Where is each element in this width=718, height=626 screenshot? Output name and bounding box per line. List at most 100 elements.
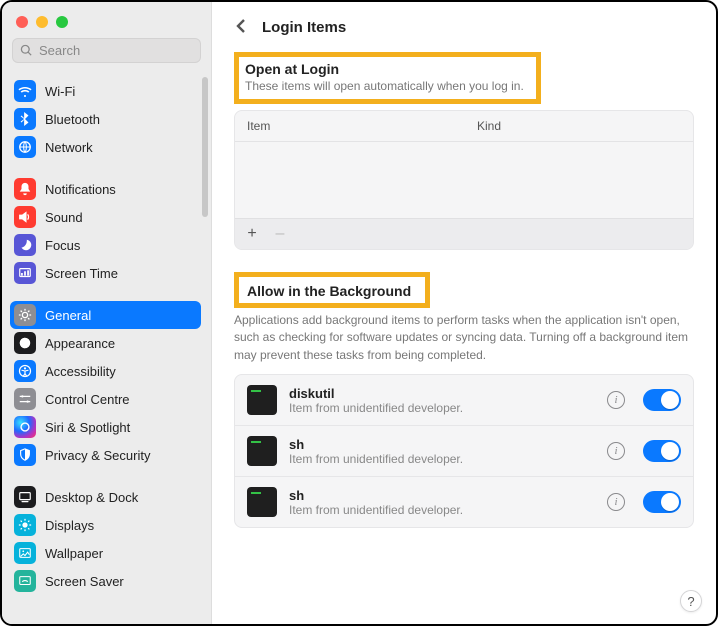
window-controls — [2, 2, 211, 38]
sidebar-item-siri-spotlight[interactable]: Siri & Spotlight — [10, 413, 201, 441]
sidebar-item-label: Screen Time — [45, 266, 118, 281]
bg-item-name: sh — [289, 437, 595, 452]
general-icon — [14, 304, 36, 326]
main-content: Login Items Open at Login These items wi… — [212, 2, 716, 624]
control-centre-icon — [14, 388, 36, 410]
remove-item-button[interactable]: – — [273, 225, 287, 243]
sidebar-item-label: General — [45, 308, 91, 323]
open-at-login-subtitle: These items will open automatically when… — [245, 79, 524, 93]
close-window-button[interactable] — [16, 16, 28, 28]
bg-item-sub: Item from unidentified developer. — [289, 503, 595, 517]
notifications-icon — [14, 178, 36, 200]
allow-background-highlight: Allow in the Background — [234, 272, 430, 308]
enable-toggle[interactable] — [643, 491, 681, 513]
accessibility-icon — [14, 360, 36, 382]
sidebar-item-control-centre[interactable]: Control Centre — [10, 385, 201, 413]
siri-spotlight-icon — [14, 416, 36, 438]
sidebar-item-label: Appearance — [45, 336, 115, 351]
sidebar-item-network[interactable]: Network — [10, 133, 201, 161]
appearance-icon — [14, 332, 36, 354]
terminal-icon — [247, 487, 277, 517]
table-footer: + – — [235, 218, 693, 249]
bg-item-name: diskutil — [289, 386, 595, 401]
bg-item-sub: Item from unidentified developer. — [289, 452, 595, 466]
enable-toggle[interactable] — [643, 389, 681, 411]
sidebar-item-label: Wi-Fi — [45, 84, 75, 99]
sidebar-item-label: Siri & Spotlight — [45, 420, 130, 435]
search-input[interactable]: Search — [12, 38, 201, 63]
zoom-window-button[interactable] — [56, 16, 68, 28]
chevron-left-icon — [234, 18, 250, 34]
page-title: Login Items — [262, 19, 346, 36]
sidebar-item-desktop-dock[interactable]: Desktop & Dock — [10, 483, 201, 511]
sidebar-item-wallpaper[interactable]: Wallpaper — [10, 539, 201, 567]
sidebar-item-label: Network — [45, 140, 93, 155]
info-button[interactable]: i — [607, 391, 625, 409]
background-item: shItem from unidentified developer. i — [235, 425, 693, 476]
sidebar-item-label: Accessibility — [45, 364, 116, 379]
content-header: Login Items — [234, 2, 694, 52]
sound-icon — [14, 206, 36, 228]
sidebar-item-accessibility[interactable]: Accessibility — [10, 357, 201, 385]
terminal-icon — [247, 436, 277, 466]
back-button[interactable] — [234, 18, 250, 37]
enable-toggle[interactable] — [643, 440, 681, 462]
allow-background-subtitle: Applications add background items to per… — [234, 312, 694, 364]
table-header: Item Kind — [235, 111, 693, 142]
displays-icon — [14, 514, 36, 536]
wallpaper-icon — [14, 542, 36, 564]
sidebar-item-appearance[interactable]: Appearance — [10, 329, 201, 357]
network-icon — [14, 136, 36, 158]
privacy-security-icon — [14, 444, 36, 466]
allow-background-title: Allow in the Background — [247, 283, 411, 299]
sidebar-item-label: Bluetooth — [45, 112, 100, 127]
wifi-icon — [14, 80, 36, 102]
col-item: Item — [247, 119, 477, 133]
desktop-dock-icon — [14, 486, 36, 508]
search-icon — [20, 44, 33, 57]
sidebar-item-label: Control Centre — [45, 392, 130, 407]
terminal-icon — [247, 385, 277, 415]
help-button[interactable]: ? — [680, 590, 702, 612]
screen-saver-icon — [14, 570, 36, 592]
sidebar-item-label: Wallpaper — [45, 546, 103, 561]
background-items-list: diskutilItem from unidentified developer… — [234, 374, 694, 528]
bg-item-name: sh — [289, 488, 595, 503]
sidebar-item-screen-saver[interactable]: Screen Saver — [10, 567, 201, 595]
bluetooth-icon — [14, 108, 36, 130]
open-at-login-title: Open at Login — [245, 61, 524, 77]
sidebar-item-label: Sound — [45, 210, 83, 225]
sidebar-item-label: Focus — [45, 238, 80, 253]
sidebar-item-screen-time[interactable]: Screen Time — [10, 259, 201, 287]
sidebar-item-label: Privacy & Security — [45, 448, 150, 463]
sidebar-list: Wi-Fi Bluetooth Network Notifications Sound F… — [2, 73, 211, 624]
add-item-button[interactable]: + — [245, 225, 259, 243]
screen-time-icon — [14, 262, 36, 284]
open-at-login-highlight: Open at Login These items will open auto… — [234, 52, 541, 104]
bg-item-sub: Item from unidentified developer. — [289, 401, 595, 415]
info-button[interactable]: i — [607, 493, 625, 511]
focus-icon — [14, 234, 36, 256]
sidebar-item-label: Desktop & Dock — [45, 490, 138, 505]
sidebar-item-general[interactable]: General — [10, 301, 201, 329]
sidebar-item-label: Notifications — [45, 182, 116, 197]
scrollbar-thumb[interactable] — [202, 77, 208, 217]
minimize-window-button[interactable] — [36, 16, 48, 28]
table-empty-body — [235, 142, 693, 218]
sidebar-item-focus[interactable]: Focus — [10, 231, 201, 259]
sidebar: Search Wi-Fi Bluetooth Network Notification… — [2, 2, 212, 624]
sidebar-item-sound[interactable]: Sound — [10, 203, 201, 231]
system-settings-window: Search Wi-Fi Bluetooth Network Notification… — [0, 0, 718, 626]
sidebar-item-privacy-security[interactable]: Privacy & Security — [10, 441, 201, 469]
sidebar-item-label: Screen Saver — [45, 574, 124, 589]
search-placeholder: Search — [39, 43, 80, 58]
sidebar-item-bluetooth[interactable]: Bluetooth — [10, 105, 201, 133]
background-item: diskutilItem from unidentified developer… — [235, 375, 693, 425]
sidebar-item-displays[interactable]: Displays — [10, 511, 201, 539]
sidebar-item-label: Displays — [45, 518, 94, 533]
info-button[interactable]: i — [607, 442, 625, 460]
sidebar-item-wifi[interactable]: Wi-Fi — [10, 77, 201, 105]
sidebar-item-notifications[interactable]: Notifications — [10, 175, 201, 203]
col-kind: Kind — [477, 119, 681, 133]
background-item: shItem from unidentified developer. i — [235, 476, 693, 527]
